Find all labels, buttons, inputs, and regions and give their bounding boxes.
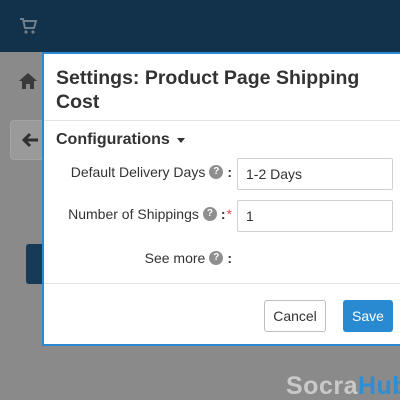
footer-divider <box>44 283 400 284</box>
top-navbar <box>0 0 400 52</box>
watermark-logo: SocraHub <box>286 372 400 400</box>
number-of-shippings-label: Number of Shippings ? : * <box>68 206 232 222</box>
caret-down-icon <box>176 137 185 143</box>
cancel-button[interactable]: Cancel <box>264 300 326 332</box>
help-icon[interactable]: ? <box>209 165 224 179</box>
default-delivery-days-label: Default Delivery Days ? : <box>70 164 232 180</box>
see-more-label: See more ? : <box>144 250 232 266</box>
default-delivery-days-input[interactable] <box>237 158 393 190</box>
back-arrow-icon <box>21 132 38 148</box>
save-button[interactable]: Save <box>343 300 393 332</box>
required-mark: * <box>226 206 232 222</box>
modal-title: Settings: Product Page Shipping Cost <box>56 67 360 113</box>
configurations-toggle[interactable]: Configurations <box>56 131 185 149</box>
configurations-label: Configurations <box>56 131 170 148</box>
help-icon[interactable]: ? <box>202 207 217 221</box>
cart-icon <box>20 18 38 34</box>
number-of-shippings-input[interactable] <box>237 200 393 232</box>
home-icon <box>19 73 37 89</box>
help-icon[interactable]: ? <box>209 251 224 265</box>
settings-modal: Settings: Product Page Shipping Cost Con… <box>42 52 400 346</box>
title-divider <box>44 120 400 121</box>
